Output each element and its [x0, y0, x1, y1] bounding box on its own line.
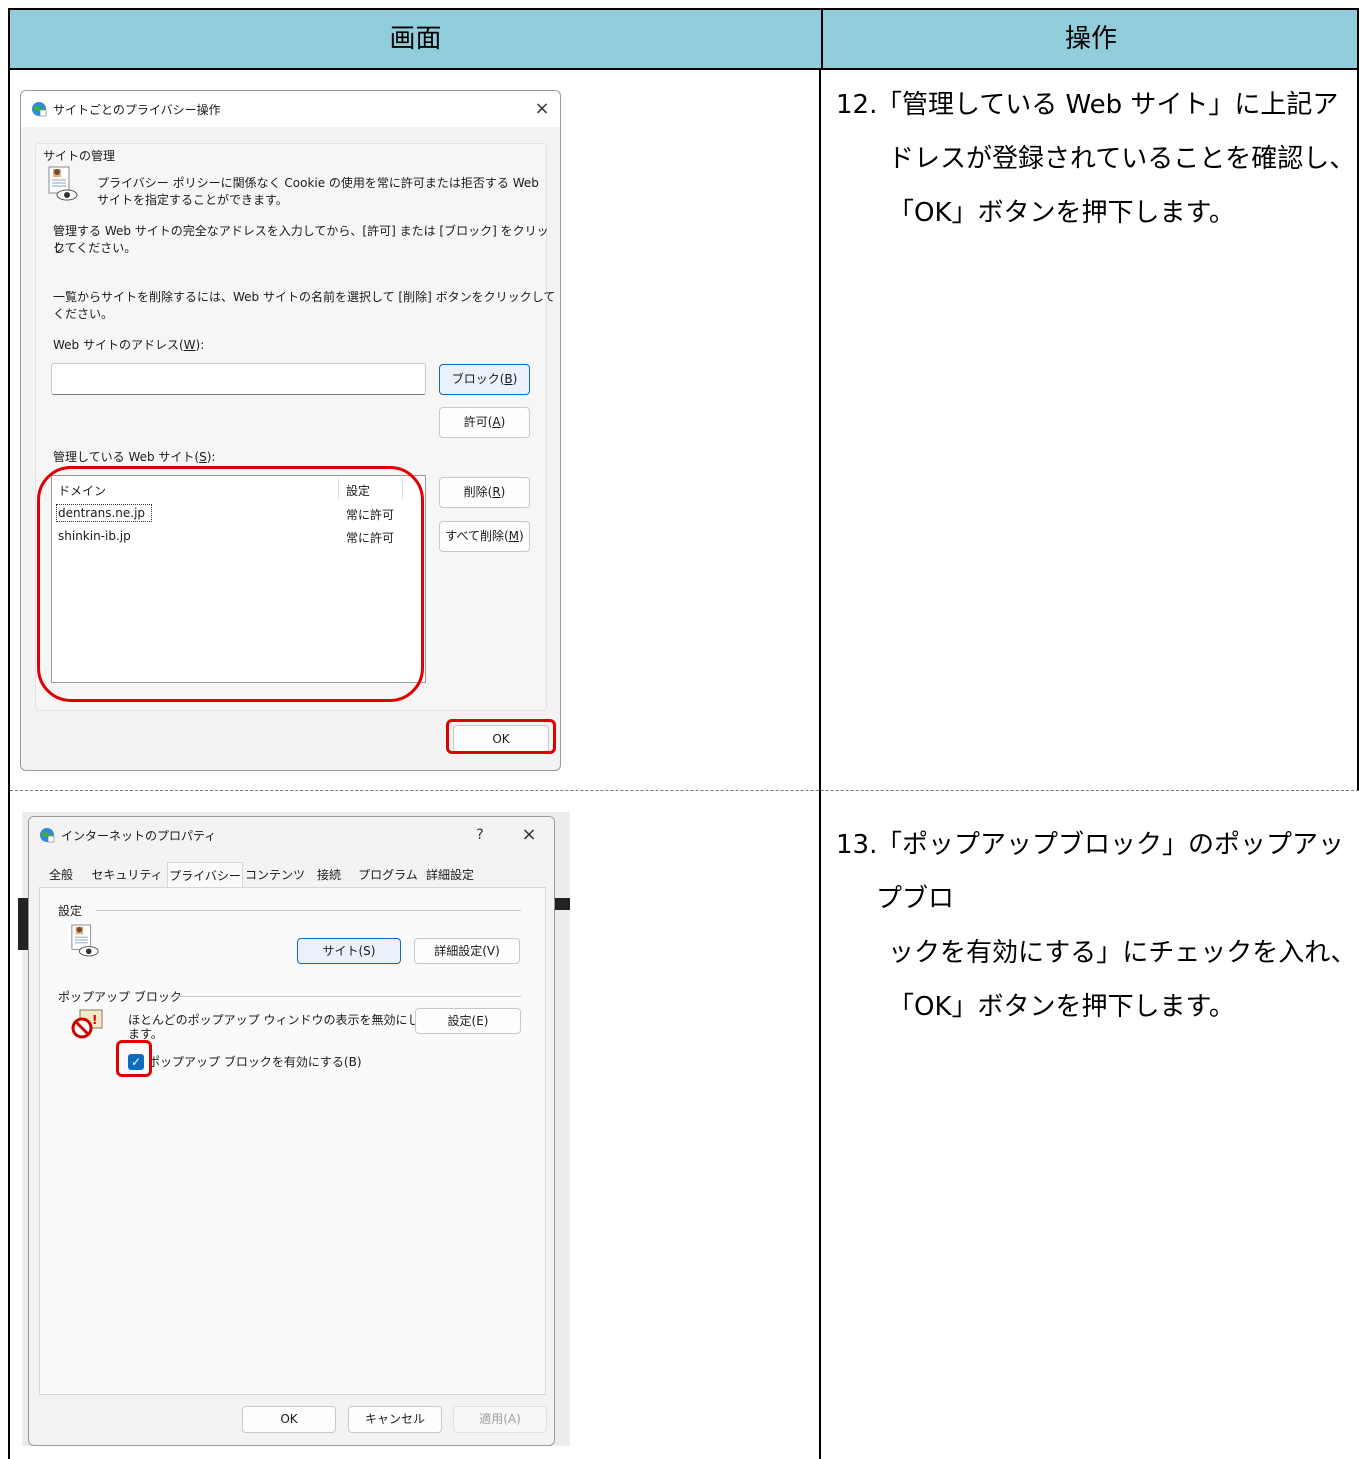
step-line: ックを有効にする」にチェックを入れ、 [888, 938, 1357, 968]
group-divider [174, 996, 521, 997]
popup-description-line: ほとんどのポップアップ ウィンドウの表示を無効にし [128, 1013, 420, 1027]
delete-all-button[interactable]: すべて削除(M) [439, 521, 530, 552]
popup-settings-button[interactable]: 設定(E) [415, 1008, 521, 1034]
privacy-tab-panel: 設定 サイト(S) 詳細設定(V) ポップアップ ブロック ! ほとんどのポップ… [39, 887, 546, 1395]
settings-group-label: 設定 [58, 904, 83, 918]
close-icon[interactable]: × [526, 97, 558, 121]
step-line: 「ポップアップブロック」のポップアップブロ [876, 830, 1345, 914]
allow-button[interactable]: 許可(A) [439, 407, 530, 438]
popup-group-label: ポップアップ ブロック [58, 990, 182, 1004]
instruction-line: 一覧からサイトを削除するには、Web サイトの名前を選択して [削除] ボタンを… [53, 290, 556, 304]
globe-icon [40, 828, 55, 843]
intro-line: プライバシー ポリシーに関係なく Cookie の使用を常に許可または拒否する … [97, 176, 539, 190]
privacy-eye-icon [71, 924, 99, 957]
table-border-middle [819, 70, 821, 1459]
managed-sites-label: 管理している Web サイト(S): [53, 450, 216, 464]
popup-block-icon: ! [71, 1009, 103, 1039]
step-line: 「管理している Web サイト」に上記ア [876, 90, 1339, 120]
tab-content[interactable]: コンテンツ [245, 862, 305, 888]
tab-privacy[interactable]: プライバシー [167, 862, 243, 888]
background-edge [555, 898, 570, 910]
svg-text:!: ! [92, 1013, 97, 1027]
tab-security[interactable]: セキュリティ [89, 862, 165, 888]
step-line: 「OK」ボタンを押下します。 [888, 198, 1235, 228]
popup-checkbox-label[interactable]: ポップアップ ブロックを有効にする(B) [148, 1054, 362, 1071]
globe-icon [32, 102, 47, 117]
dialog-title: インターネットのプロパティ [61, 829, 217, 843]
help-icon[interactable]: ? [464, 823, 496, 847]
table-header-row: 画面 操作 [8, 8, 1359, 70]
cancel-button[interactable]: キャンセル [348, 1406, 442, 1433]
privacy-eye-icon [48, 166, 78, 201]
row-separator [10, 790, 1359, 791]
table-border-left [8, 70, 10, 1459]
tab-programs[interactable]: プログラム [357, 862, 419, 888]
step-line: 「OK」ボタンを押下します。 [888, 992, 1235, 1022]
tab-strip: 全般 セキュリティ プライバシー コンテンツ 接続 プログラム 詳細設定 [39, 862, 539, 888]
block-button[interactable]: ブロック(B) [439, 364, 530, 395]
tab-general[interactable]: 全般 [39, 862, 83, 888]
step-text: 「管理している Web サイト」に上記ア ドレスが登録されていることを確認し、 … [876, 78, 1358, 240]
step-12: 12. 「管理している Web サイト」に上記ア ドレスが登録されていることを確… [836, 78, 1356, 248]
highlight-ok-button [446, 719, 556, 754]
group-divider [96, 910, 521, 911]
step-text: 「ポップアップブロック」のポップアップブロ ックを有効にする」にチェックを入れ、… [876, 818, 1358, 1034]
group-label: サイトの管理 [43, 149, 116, 163]
header-operation: 操作 [821, 10, 1359, 68]
instruction-line: ください。 [53, 307, 114, 321]
highlight-popup-checkbox [116, 1040, 152, 1077]
address-label: Web サイトのアドレス(W): [53, 338, 205, 352]
dialog-titlebar: インターネットのプロパティ ? × [29, 817, 554, 853]
dialog-title: サイトごとのプライバシー操作 [53, 103, 221, 117]
intro-line: サイトを指定することができます。 [97, 193, 288, 207]
delete-button[interactable]: 削除(R) [439, 477, 530, 508]
ok-button[interactable]: OK [242, 1406, 336, 1433]
header-screen: 画面 [389, 24, 442, 54]
tab-connections[interactable]: 接続 [309, 862, 349, 888]
instruction-line: してください。 [53, 241, 137, 255]
apply-button[interactable]: 適用(A) [453, 1406, 547, 1433]
advanced-settings-button[interactable]: 詳細設定(V) [414, 938, 520, 964]
step-line: ドレスが登録されていることを確認し、 [888, 144, 1356, 174]
highlight-managed-list [37, 466, 424, 702]
step-13: 13. 「ポップアップブロック」のポップアップブロ ックを有効にする」にチェック… [836, 818, 1357, 1022]
sites-button[interactable]: サイト(S) [297, 938, 401, 964]
address-input[interactable] [51, 363, 426, 395]
tab-advanced[interactable]: 詳細設定 [421, 862, 479, 888]
dialog-titlebar: サイトごとのプライバシー操作 × [21, 91, 560, 127]
close-icon[interactable]: × [513, 823, 545, 847]
internet-properties-dialog: インターネットのプロパティ ? × 全般 セキュリティ プライバシー コンテンツ… [28, 816, 555, 1446]
